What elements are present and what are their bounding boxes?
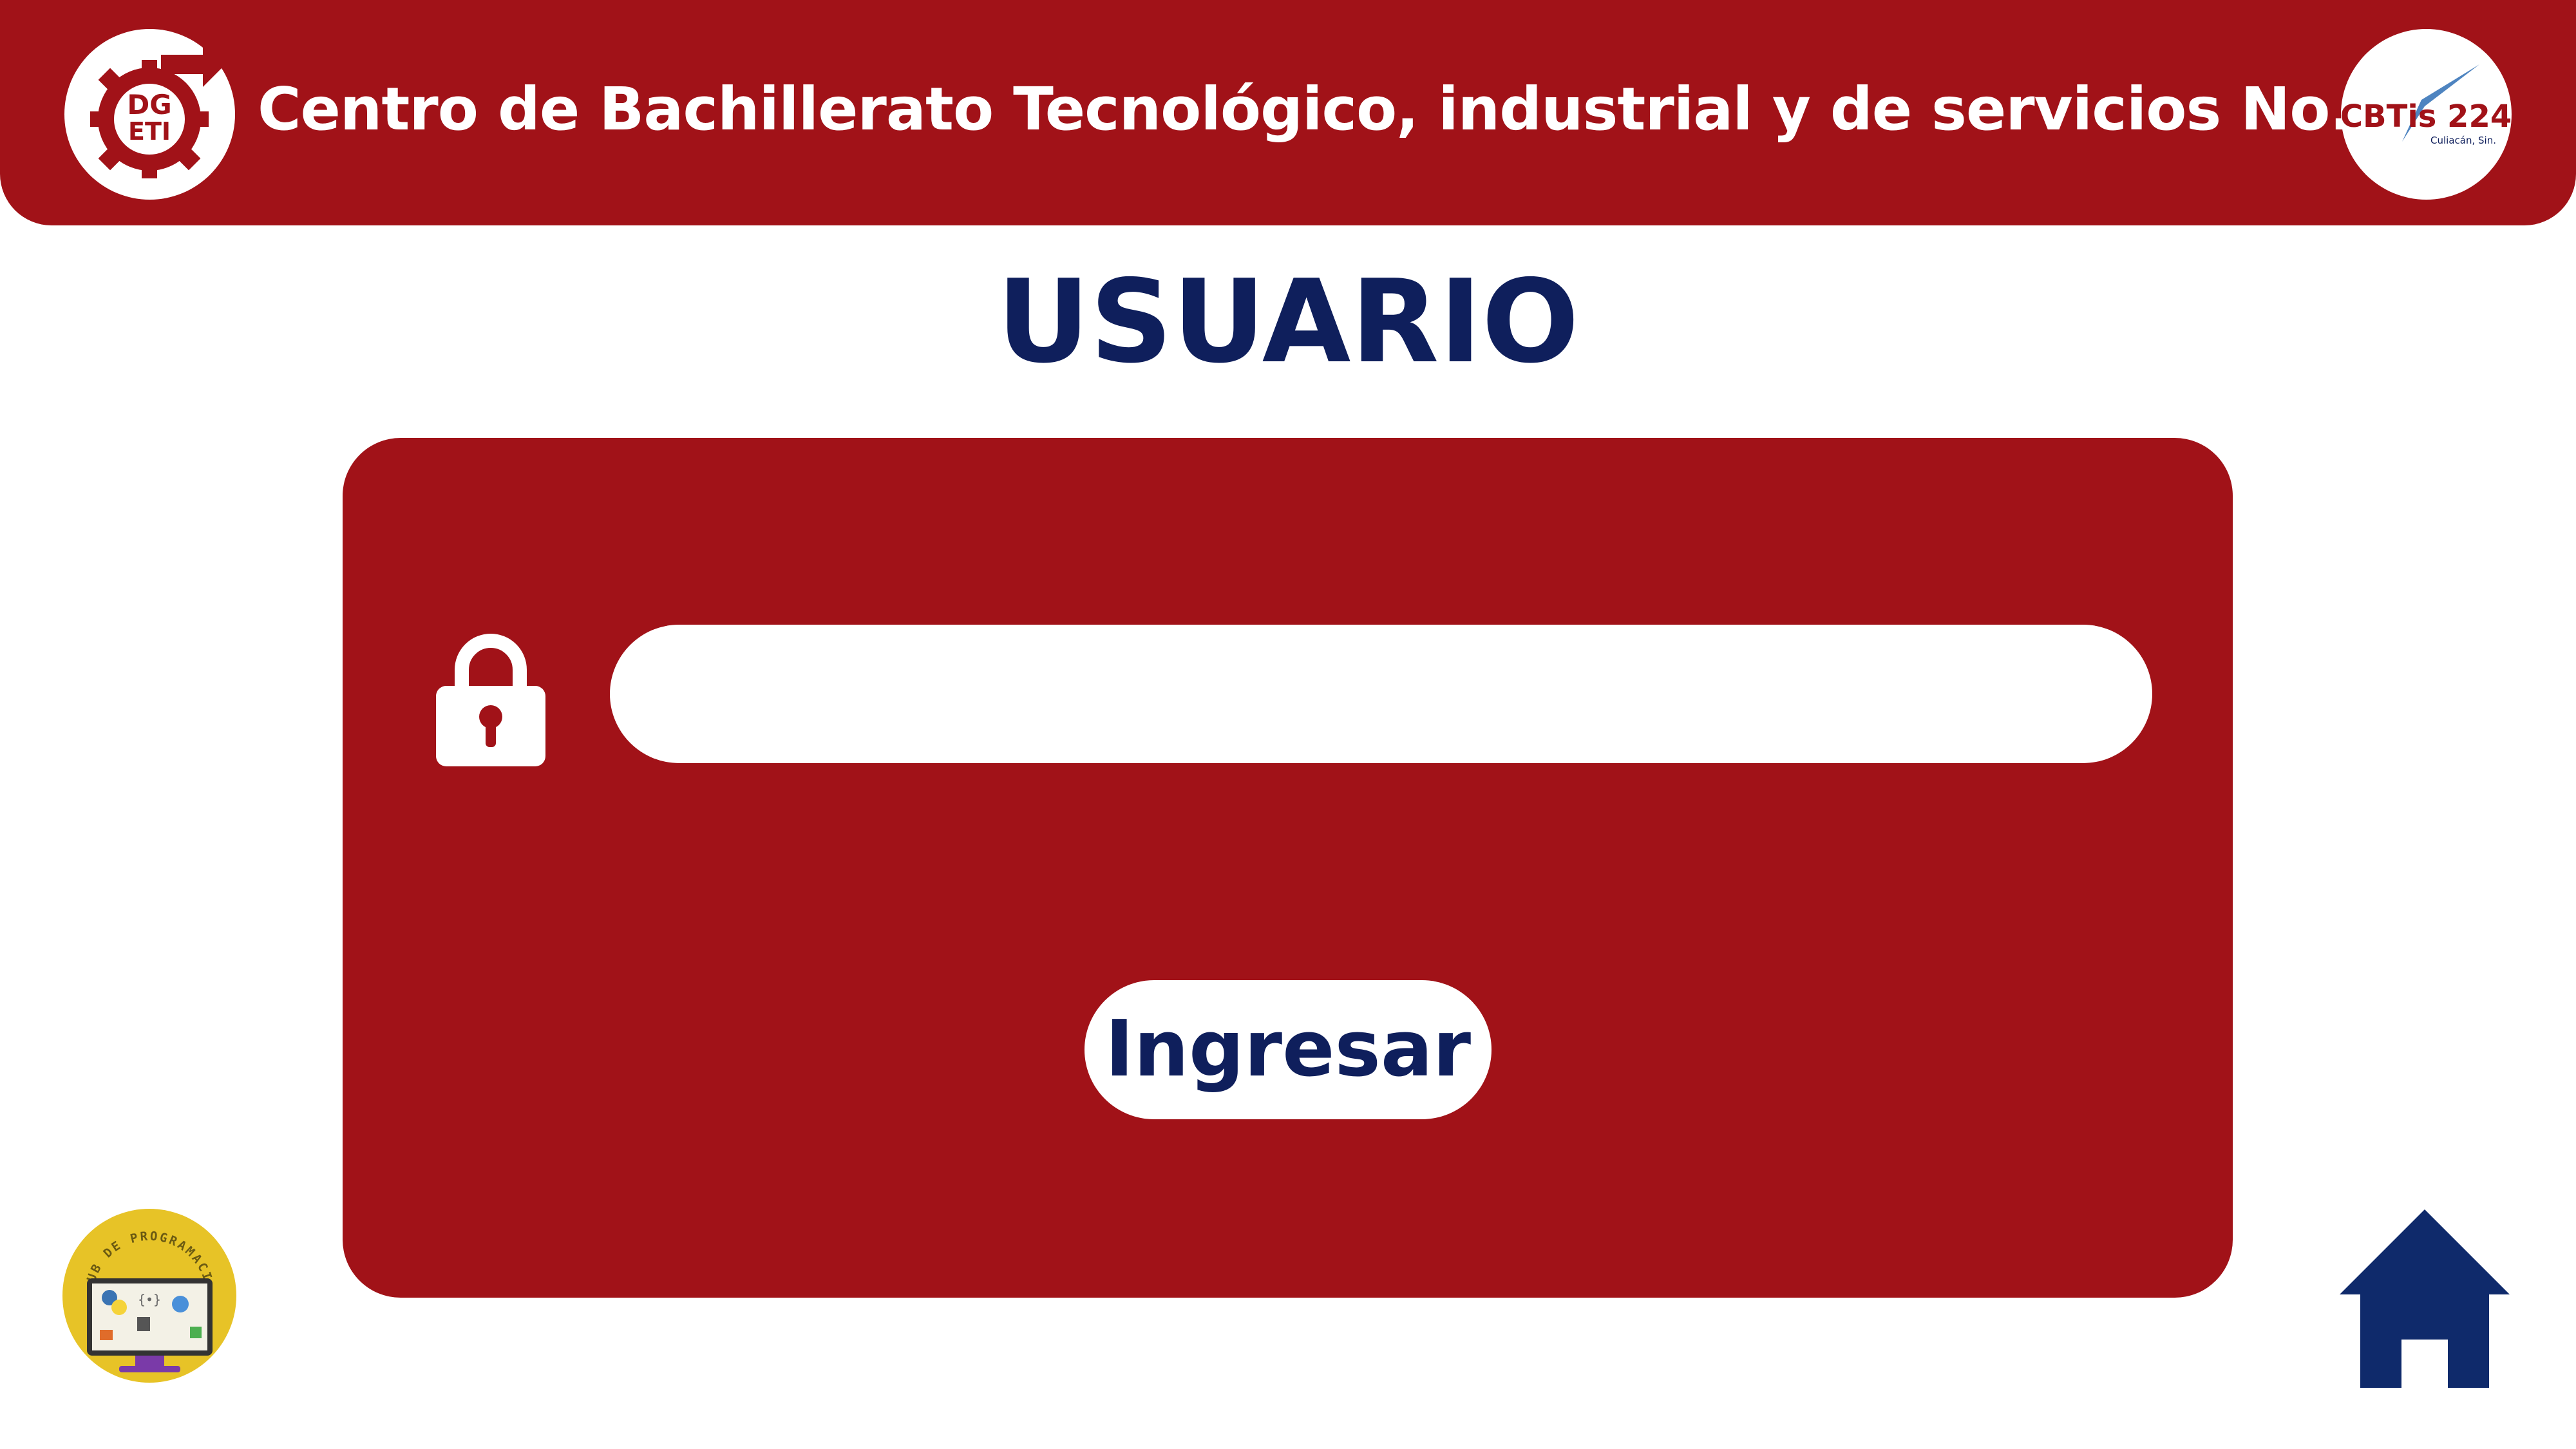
login-button[interactable]: Ingresar (1084, 980, 1492, 1119)
svg-text:DG: DG (127, 89, 171, 120)
svg-text:Culiacán, Sin.: Culiacán, Sin. (2430, 135, 2496, 146)
club-programacion-logo: CLUB DE PROGRAMACIÓN {•} (61, 1208, 236, 1383)
cbtis-224-icon: CBTis 224 Culiacán, Sin. (2340, 64, 2512, 146)
header-bar: DG ETI Centro de Bachillerato Tecnológic… (0, 0, 2576, 225)
svg-text:CBTis 224: CBTis 224 (2341, 99, 2512, 135)
dgeti-logo: DG ETI (64, 29, 235, 200)
svg-text:{•}: {•} (138, 1292, 161, 1307)
cbtis-logo: CBTis 224 Culiacán, Sin. (2340, 29, 2512, 200)
login-card: Ingresar (343, 438, 2233, 1298)
header-title: Centro de Bachillerato Tecnológico, indu… (258, 75, 2494, 144)
home-icon[interactable] (2334, 1204, 2515, 1391)
page-title: USUARIO (996, 255, 1580, 388)
gear-icon: DG ETI (90, 42, 225, 178)
lock-icon (436, 634, 545, 766)
user-input[interactable] (610, 625, 2152, 763)
svg-text:ETI: ETI (128, 117, 171, 146)
